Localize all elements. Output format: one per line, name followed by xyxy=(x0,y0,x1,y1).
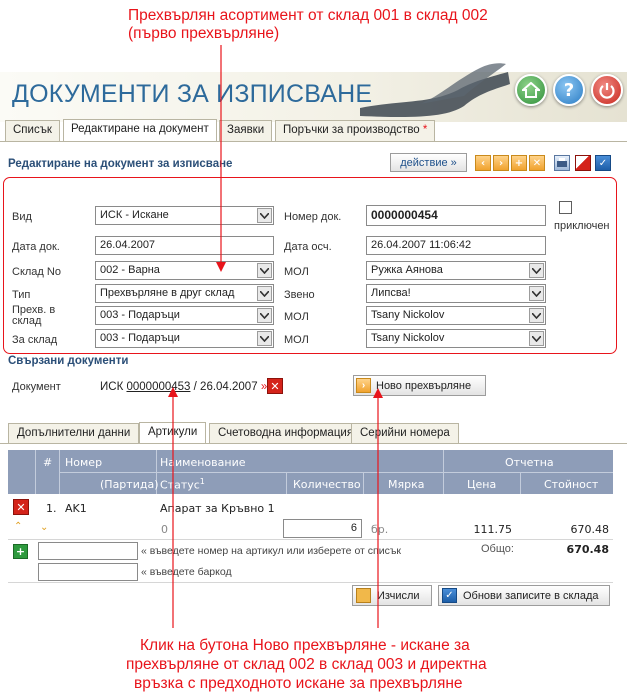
annotation-bottom-line3: връзка с предходното искане за прехвърля… xyxy=(134,675,463,692)
annotation-bottom-line2: прехвърляне от склад 002 в склад 003 и д… xyxy=(126,656,487,673)
annotation-bottom-line1: Клик на бутона Ново прехвърляне - искане… xyxy=(140,637,470,654)
annotation-arrows xyxy=(168,45,383,628)
